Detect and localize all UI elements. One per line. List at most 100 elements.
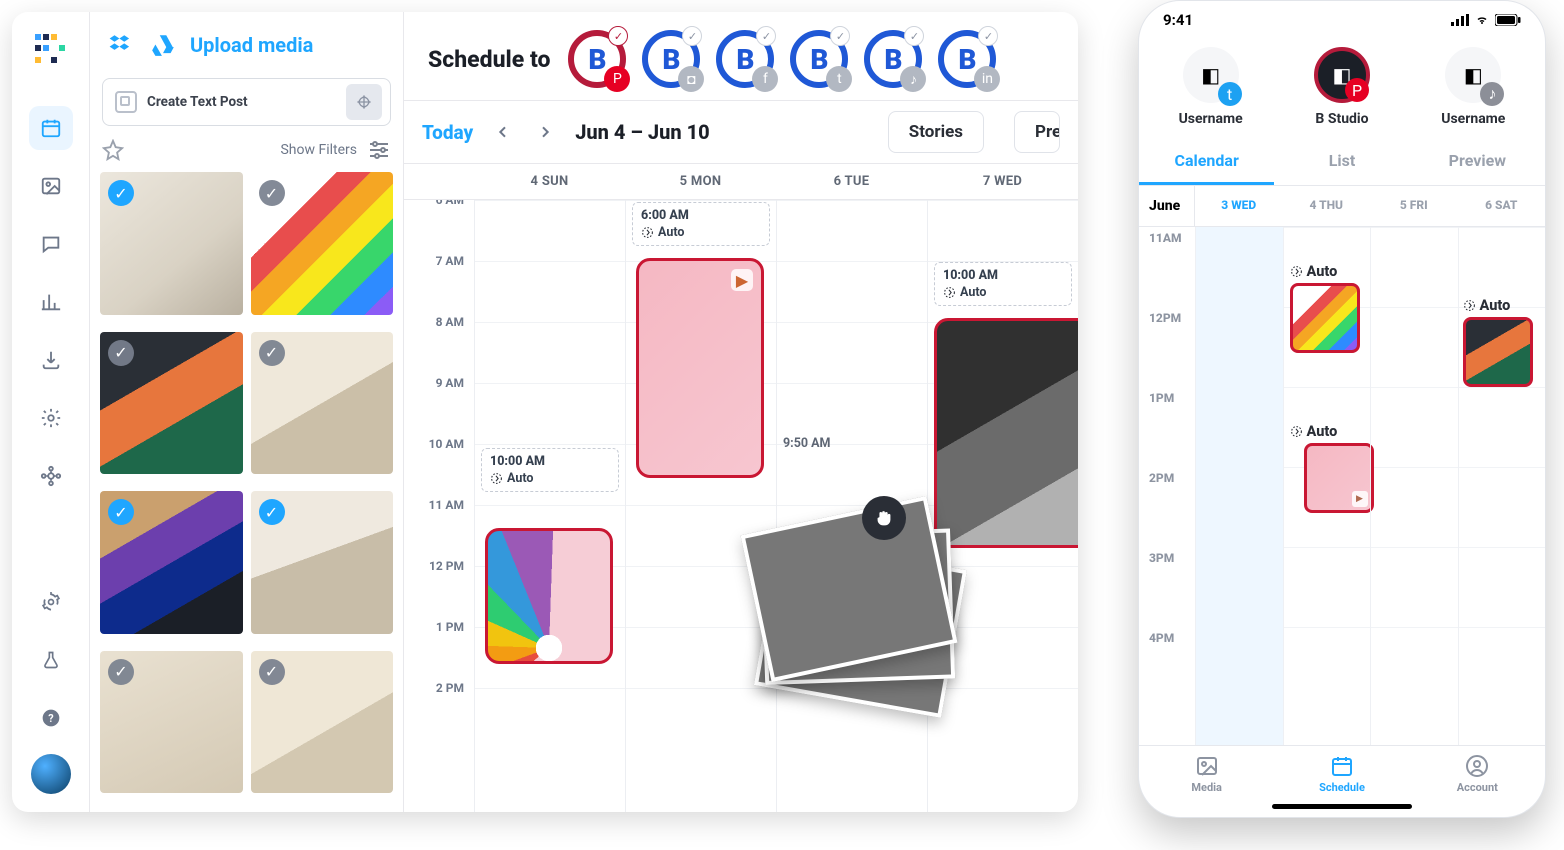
calendar-grid[interactable]: 6 AM7 AM8 AM 9 AM10 AM11 AM 12 PM1 PM2 P… (404, 200, 1078, 812)
filter-settings-button[interactable] (367, 138, 391, 162)
google-drive-button[interactable] (148, 30, 178, 60)
media-tile[interactable]: ✓ (251, 491, 394, 634)
tab-calendar[interactable]: Calendar (1139, 139, 1274, 185)
tiktok-icon: ♪ (900, 66, 926, 92)
account-tiktok[interactable]: B✓♪ (864, 30, 922, 88)
account-linkedin[interactable]: B✓in (938, 30, 996, 88)
media-tile[interactable]: ✓ (251, 172, 394, 315)
day-col[interactable] (1370, 227, 1458, 745)
time-slot[interactable]: 10:00 AM Auto (481, 448, 619, 492)
auto-icon (490, 472, 503, 485)
tile-check-icon: ✓ (259, 499, 285, 525)
download-icon (40, 349, 62, 371)
phone-account[interactable]: ◧t Username (1151, 47, 1271, 127)
day-col[interactable]: Auto (1458, 227, 1546, 745)
phone-account[interactable]: ◧P B Studio (1282, 47, 1402, 127)
prev-week-button[interactable] (491, 120, 515, 144)
scheduled-post[interactable]: ▶ (1304, 443, 1374, 513)
media-tile[interactable]: ✓ (100, 332, 243, 475)
nav-creators[interactable] (29, 454, 73, 498)
dragging-media-stack[interactable] (754, 514, 974, 714)
account-twitter[interactable]: B✓t (790, 30, 848, 88)
dropbox-icon (108, 32, 134, 58)
tab-preview[interactable]: Preview (1410, 139, 1545, 185)
day-col-sun[interactable]: 10:00 AM Auto (474, 200, 625, 812)
today-button[interactable]: Today (422, 121, 473, 144)
schedule-title: Schedule to (428, 46, 550, 73)
preview-button[interactable]: Preview (1014, 111, 1060, 153)
day-tab[interactable]: 3 WED (1195, 186, 1283, 226)
scheduled-post[interactable] (485, 528, 613, 664)
day-tab[interactable]: 4 THU (1283, 186, 1371, 226)
media-tile[interactable]: ✓ (100, 491, 243, 634)
nav-collect[interactable] (29, 338, 73, 382)
media-tile[interactable]: ✓ (100, 651, 243, 794)
checkmark-icon: ✓ (830, 26, 850, 46)
tabbar-media[interactable]: Media (1139, 754, 1274, 794)
twitter-icon: t (1218, 82, 1242, 106)
media-tile[interactable]: ✓ (251, 332, 394, 475)
create-text-post[interactable]: Create Text Post (102, 78, 391, 126)
day-col[interactable] (1195, 227, 1283, 745)
next-week-button[interactable] (533, 120, 557, 144)
slot-time: 10:00 AM (943, 268, 1063, 283)
google-drive-icon (150, 32, 176, 58)
nav-calendar[interactable] (29, 106, 73, 150)
day-label: 4 SUN (474, 164, 625, 199)
show-filters-button[interactable]: Show Filters (280, 142, 357, 158)
phone-account[interactable]: ◧♪ Username (1413, 47, 1533, 127)
day-header: 4 SUN 5 MON 6 TUE 7 WED (404, 164, 1078, 200)
day-col-wed[interactable]: 10:00 AM Auto (927, 200, 1078, 812)
nav-analytics[interactable] (29, 280, 73, 324)
favorites-filter[interactable] (102, 139, 124, 161)
nav-help[interactable]: ? (29, 696, 73, 740)
sliders-icon (367, 138, 391, 162)
nav-linkinbio[interactable] (29, 396, 73, 440)
media-tile[interactable]: ✓ (251, 651, 394, 794)
dropbox-button[interactable] (106, 30, 136, 60)
linkedin-icon: in (974, 66, 1000, 92)
tile-check-icon: ✓ (108, 340, 134, 366)
time-slot[interactable]: 10:00 AM Auto (934, 262, 1072, 306)
pinterest-icon: P (604, 66, 630, 92)
tile-check-icon: ✓ (259, 180, 285, 206)
upload-media-button[interactable]: Upload media (190, 33, 313, 57)
nav-media[interactable] (29, 164, 73, 208)
account-facebook[interactable]: B✓f (716, 30, 774, 88)
tiktok-icon: ♪ (1480, 82, 1504, 106)
phone-calendar-grid[interactable]: 11AM12PM1PM 2PM3PM4PM Auto Auto ▶ Auto (1139, 227, 1545, 745)
tile-check-icon: ✓ (259, 659, 285, 685)
home-indicator[interactable] (1272, 804, 1412, 809)
day-col[interactable]: Auto Auto ▶ (1283, 227, 1371, 745)
day-tab[interactable]: 6 SAT (1458, 186, 1546, 226)
text-post-icon (115, 91, 137, 113)
nav-labs[interactable] (29, 638, 73, 682)
drag-handle-icon[interactable] (346, 84, 382, 120)
tabbar-account[interactable]: Account (1410, 754, 1545, 794)
nav-conversations[interactable] (29, 222, 73, 266)
tile-check-icon: ✓ (108, 659, 134, 685)
pinterest-icon: P (1345, 78, 1369, 102)
account-instagram[interactable]: B✓◘ (642, 30, 700, 88)
grab-hand-icon (862, 496, 906, 540)
tab-list[interactable]: List (1274, 139, 1409, 185)
svg-text:?: ? (48, 712, 53, 725)
tabbar-schedule[interactable]: Schedule (1274, 754, 1409, 794)
user-avatar[interactable] (31, 754, 71, 794)
chat-icon (40, 233, 62, 255)
scheduled-post[interactable] (1463, 317, 1533, 387)
mobile-app-window: 9:41 ◧t Username ◧P B Studio ◧♪ Username… (1138, 0, 1546, 818)
create-text-post-label: Create Text Post (147, 94, 248, 110)
media-grid: ✓ ✓ ✓ ✓ ✓ ✓ ✓ ✓ (90, 172, 403, 812)
media-tile[interactable]: ✓ (100, 172, 243, 315)
account-pinterest[interactable]: B✓P (568, 30, 626, 88)
scheduled-post[interactable] (1290, 283, 1360, 353)
instagram-icon: ◘ (678, 66, 704, 92)
scheduled-post[interactable]: ▶ (636, 258, 764, 478)
day-tab[interactable]: 5 FRI (1370, 186, 1458, 226)
tile-check-icon: ✓ (108, 499, 134, 525)
stories-button[interactable]: Stories (888, 111, 984, 153)
day-col-mon[interactable]: 6:00 AM Auto ▶ (625, 200, 776, 812)
time-slot[interactable]: 6:00 AM Auto (632, 202, 770, 246)
nav-settings[interactable] (29, 580, 73, 624)
